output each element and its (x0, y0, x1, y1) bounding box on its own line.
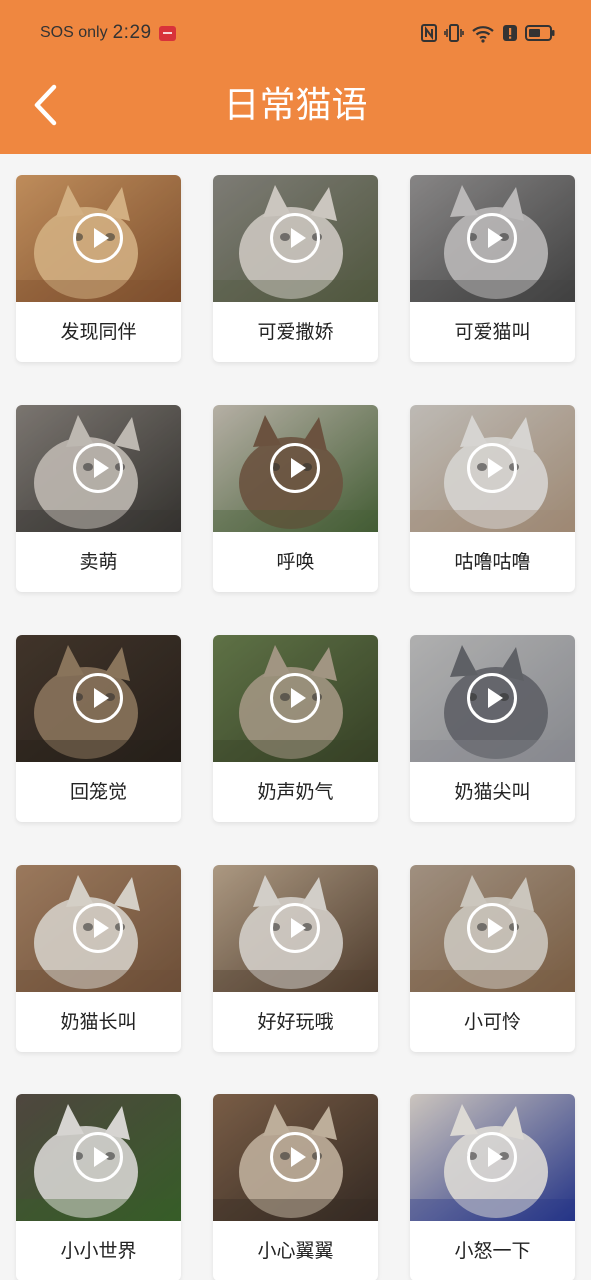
battery-icon (525, 25, 555, 41)
play-icon[interactable] (73, 903, 123, 953)
vibrate-icon (444, 24, 464, 42)
notification-app-icon (158, 25, 176, 41)
cat-thumbnail[interactable] (16, 175, 181, 302)
play-icon[interactable] (270, 443, 320, 493)
card-label: 奶猫长叫 (60, 1011, 137, 1033)
page-title: 日常猫语 (223, 85, 368, 126)
video-card[interactable]: 奶猫长叫 (16, 865, 181, 1052)
video-card[interactable]: 奶猫尖叫 (410, 635, 575, 822)
play-icon[interactable] (467, 1132, 517, 1182)
video-card[interactable]: 呼唤 (213, 405, 378, 592)
video-card[interactable]: 奶声奶气 (213, 635, 378, 822)
cat-thumbnail[interactable] (213, 865, 378, 992)
play-icon[interactable] (467, 673, 517, 723)
card-label: 卖萌 (79, 551, 118, 573)
clock: 2:29 (112, 22, 152, 43)
cat-thumbnail[interactable] (213, 1094, 378, 1221)
wifi-icon (472, 26, 494, 43)
cat-thumbnail[interactable] (410, 865, 575, 992)
cat-thumbnail[interactable] (16, 635, 181, 762)
cat-thumbnail[interactable] (410, 1094, 575, 1221)
card-label: 好好玩哦 (257, 1011, 334, 1033)
play-icon[interactable] (73, 213, 123, 263)
card-label: 呼唤 (276, 551, 315, 573)
play-icon[interactable] (467, 903, 517, 953)
play-icon[interactable] (270, 673, 320, 723)
play-icon[interactable] (270, 1132, 320, 1182)
card-label: 可爱撒娇 (257, 321, 334, 343)
cat-thumbnail[interactable] (410, 405, 575, 532)
cat-thumbnail[interactable] (16, 865, 181, 992)
video-card[interactable]: 可爱撒娇 (213, 175, 378, 362)
video-card[interactable]: 咕噜咕噜 (410, 405, 575, 592)
card-label: 奶猫尖叫 (454, 781, 531, 803)
play-icon[interactable] (467, 213, 517, 263)
cat-thumbnail[interactable] (16, 405, 181, 532)
card-label: 咕噜咕噜 (454, 551, 531, 573)
video-card[interactable]: 发现同伴 (16, 175, 181, 362)
cat-thumbnail[interactable] (410, 175, 575, 302)
video-card[interactable]: 小可怜 (410, 865, 575, 1052)
card-label: 回笼觉 (69, 781, 127, 803)
cat-thumbnail[interactable] (213, 635, 378, 762)
card-label: 发现同伴 (60, 321, 137, 343)
card-label: 小小世界 (60, 1240, 137, 1262)
card-label: 小心翼翼 (257, 1240, 334, 1262)
video-card[interactable]: 好好玩哦 (213, 865, 378, 1052)
play-icon[interactable] (73, 443, 123, 493)
card-label: 小怒一下 (454, 1240, 531, 1262)
alert-icon (503, 25, 517, 41)
cat-thumbnail[interactable] (213, 405, 378, 532)
app-header: SOS only 2:29 日常猫语 (0, 0, 591, 154)
video-card[interactable]: 卖萌 (16, 405, 181, 592)
video-card[interactable]: 小小世界 (16, 1094, 181, 1280)
video-card[interactable]: 小怒一下 (410, 1094, 575, 1280)
cat-thumbnail[interactable] (213, 175, 378, 302)
play-icon[interactable] (73, 673, 123, 723)
video-card[interactable]: 回笼觉 (16, 635, 181, 822)
card-label: 小可怜 (463, 1011, 521, 1033)
nfc-icon (421, 24, 437, 42)
card-label: 奶声奶气 (257, 781, 334, 803)
card-label: 可爱猫叫 (454, 321, 531, 343)
carrier-text: SOS only (40, 24, 108, 41)
cat-thumbnail[interactable] (16, 1094, 181, 1221)
play-icon[interactable] (270, 213, 320, 263)
play-icon[interactable] (270, 903, 320, 953)
video-card[interactable]: 可爱猫叫 (410, 175, 575, 362)
status-bar: SOS only 2:29 (0, 0, 591, 66)
cat-thumbnail[interactable] (410, 635, 575, 762)
play-icon[interactable] (467, 443, 517, 493)
play-icon[interactable] (73, 1132, 123, 1182)
video-card[interactable]: 小心翼翼 (213, 1094, 378, 1280)
